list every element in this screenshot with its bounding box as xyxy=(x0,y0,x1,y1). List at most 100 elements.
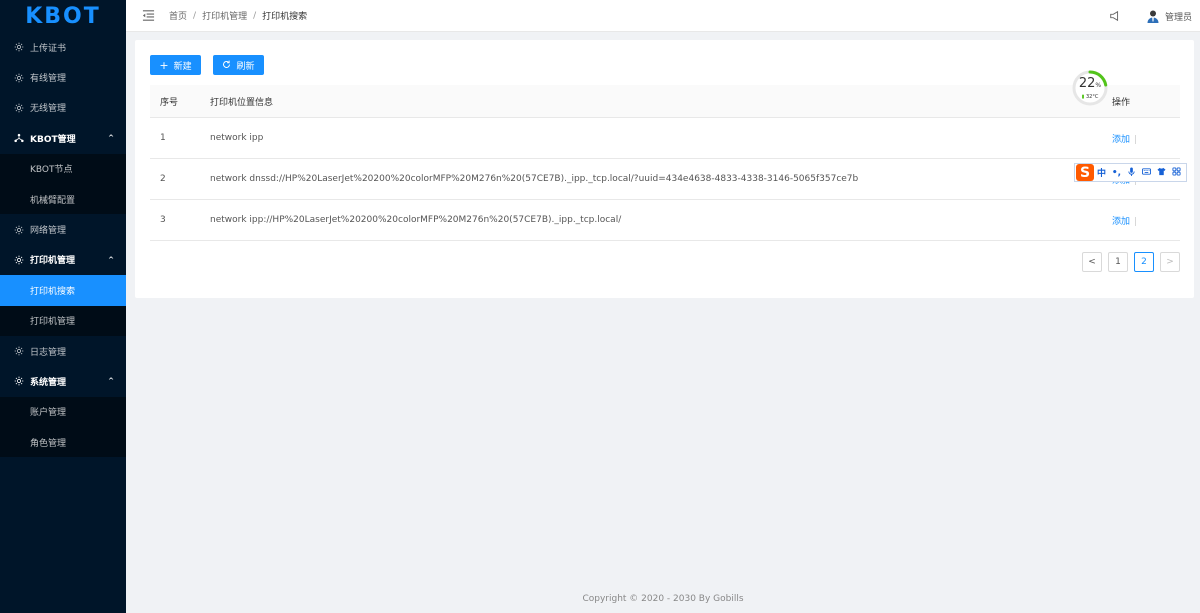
sidebar-item-0[interactable]: 上传证书 xyxy=(0,32,126,62)
notification-icon[interactable] xyxy=(1108,9,1122,23)
sidebar-item-10[interactable]: 日志管理 xyxy=(0,336,126,366)
sidebar-item-13[interactable]: 角色管理 xyxy=(0,427,126,458)
sidebar-item-label: KBOT管理 xyxy=(30,134,76,145)
prev-page-button[interactable]: < xyxy=(1082,252,1102,272)
logo: KBOT xyxy=(0,0,126,32)
gauge-percent: 22% xyxy=(1071,77,1109,90)
gear-icon xyxy=(14,225,24,235)
page-2-button[interactable]: 2 xyxy=(1134,252,1154,272)
breadcrumb-current: 打印机搜索 xyxy=(262,12,308,22)
sidebar-item-1[interactable]: 有线管理 xyxy=(0,62,126,92)
content-card: + 新建 刷新 序号 打印机位置信息 操作 1 network ipp 添加 | … xyxy=(135,40,1194,298)
add-link[interactable]: 添加 xyxy=(1112,217,1130,227)
new-button[interactable]: + 新建 xyxy=(150,55,201,75)
table-row: 2 network dnssd://HP%20LaserJet%20200%20… xyxy=(150,159,1180,200)
chevron-up-icon: ^ xyxy=(108,377,114,386)
column-header-info: 打印机位置信息 xyxy=(210,97,274,108)
gear-icon xyxy=(14,42,24,52)
sidebar-menu: 上传证书有线管理无线管理 KBOT管理 ^ KBOT节点 机械臂配置网络管理打印机管理 ^… xyxy=(0,32,126,458)
ime-toolbar[interactable]: S 中 •, xyxy=(1074,163,1187,182)
gear-icon xyxy=(14,73,24,83)
sidebar-item-6[interactable]: 网络管理 xyxy=(0,214,126,244)
sidebar-item-5[interactable]: 机械臂配置 xyxy=(0,183,126,215)
toolbox-icon[interactable] xyxy=(1169,166,1184,179)
chevron-up-icon: ^ xyxy=(108,134,114,143)
gauge-temperature-value: 32°C xyxy=(1086,94,1099,100)
sidebar-item-label: 无线管理 xyxy=(30,104,67,115)
avatar[interactable] xyxy=(1146,9,1160,23)
cell-no: 1 xyxy=(160,133,166,143)
sidebar-item-8[interactable]: 打印机搜索 xyxy=(0,275,126,306)
sidebar-item-12[interactable]: 账户管理 xyxy=(0,396,126,428)
punctuation-icon[interactable]: •, xyxy=(1109,168,1124,178)
gear-icon xyxy=(14,103,24,113)
gauge-percent-unit: % xyxy=(1095,82,1102,89)
table-row: 1 network ipp 添加 | xyxy=(150,118,1180,159)
gear-icon xyxy=(14,376,24,386)
sidebar-item-label: 有线管理 xyxy=(30,74,67,85)
column-header-action: 操作 xyxy=(1112,97,1131,108)
chevron-up-icon: ^ xyxy=(108,255,114,264)
cell-action: 添加 | xyxy=(1100,132,1180,145)
cell-info: network ipp://HP%20LaserJet%20200%20colo… xyxy=(210,215,622,225)
sidebar-item-label: 上传证书 xyxy=(30,43,67,54)
keyboard-icon[interactable] xyxy=(1139,167,1154,179)
table-row: 3 network ipp://HP%20LaserJet%20200%20co… xyxy=(150,200,1180,241)
gear-icon xyxy=(14,255,24,265)
cell-no: 3 xyxy=(160,215,166,225)
sidebar-item-label: KBOT节点 xyxy=(30,165,73,176)
cell-no: 2 xyxy=(160,174,166,184)
sidebar: KBOT 上传证书有线管理无线管理 KBOT管理 ^ KBOT节点 机械臂配置网络管理打… xyxy=(0,0,126,613)
sidebar-item-label: 角色管理 xyxy=(30,438,67,449)
sidebar-item-2[interactable]: 无线管理 xyxy=(0,93,126,123)
sidebar-item-label: 账户管理 xyxy=(30,408,67,419)
sogou-logo-icon[interactable]: S xyxy=(1076,164,1094,181)
new-button-label: 新建 xyxy=(173,61,192,72)
gauge-temperature: ▮ 32°C xyxy=(1071,94,1109,100)
sidebar-item-label: 日志管理 xyxy=(30,347,67,358)
sidebar-item-label: 系统管理 xyxy=(30,377,67,388)
sidebar-item-4[interactable]: KBOT节点 xyxy=(0,153,126,184)
refresh-icon xyxy=(222,60,231,71)
breadcrumb-printer-manage[interactable]: 打印机管理 xyxy=(202,9,247,22)
chinese-mode-icon[interactable]: 中 xyxy=(1094,166,1109,179)
sidebar-item-label: 机械臂配置 xyxy=(30,195,76,206)
cell-info: network ipp xyxy=(210,133,264,143)
plus-icon: + xyxy=(159,58,169,72)
sidebar-item-label: 网络管理 xyxy=(30,226,67,237)
sidebar-item-label: 打印机搜索 xyxy=(30,286,76,297)
breadcrumb-home[interactable]: 首页 xyxy=(169,9,187,22)
cell-info: network dnssd://HP%20LaserJet%20200%20co… xyxy=(210,174,859,184)
sidebar-item-3[interactable]: KBOT管理 ^ xyxy=(0,123,126,153)
add-link[interactable]: 添加 xyxy=(1112,135,1130,145)
sidebar-item-9[interactable]: 打印机管理 xyxy=(0,305,126,336)
table-header: 序号 打印机位置信息 操作 xyxy=(150,85,1180,118)
gear-icon xyxy=(14,346,24,356)
printer-table: 序号 打印机位置信息 操作 1 network ipp 添加 | 2 networ… xyxy=(150,85,1180,241)
pagination: < 1 2 > xyxy=(1076,252,1180,272)
gauge-percent-value: 22 xyxy=(1078,76,1096,91)
menu-fold-icon[interactable] xyxy=(141,9,155,23)
header-right: 管理员 xyxy=(1108,0,1192,32)
sidebar-item-label: 打印机管理 xyxy=(30,256,76,267)
breadcrumb-separator: / xyxy=(253,10,257,21)
sidebar-item-11[interactable]: 系统管理 ^ xyxy=(0,366,126,396)
sidebar-item-label: 打印机管理 xyxy=(30,317,76,328)
page-1-button[interactable]: 1 xyxy=(1108,252,1128,272)
breadcrumb: 首页 / 打印机管理 / 打印机搜索 xyxy=(169,9,308,23)
column-header-no: 序号 xyxy=(160,97,179,108)
username[interactable]: 管理员 xyxy=(1165,10,1192,23)
refresh-button[interactable]: 刷新 xyxy=(213,55,264,75)
next-page-button[interactable]: > xyxy=(1160,252,1180,272)
thermometer-icon: ▮ xyxy=(1081,94,1085,100)
cell-action: 添加 | xyxy=(1100,214,1180,227)
microphone-icon[interactable] xyxy=(1124,166,1139,179)
header: 首页 / 打印机管理 / 打印机搜索 管理员 xyxy=(126,0,1200,32)
skin-icon[interactable] xyxy=(1154,167,1169,179)
logo-text: KBOT xyxy=(25,3,101,29)
cluster-icon xyxy=(14,133,24,143)
action-divider: | xyxy=(1134,134,1138,145)
cpu-gauge-widget[interactable]: 22% ▮ 32°C xyxy=(1071,69,1109,107)
refresh-button-label: 刷新 xyxy=(236,61,255,72)
sidebar-item-7[interactable]: 打印机管理 ^ xyxy=(0,245,126,275)
